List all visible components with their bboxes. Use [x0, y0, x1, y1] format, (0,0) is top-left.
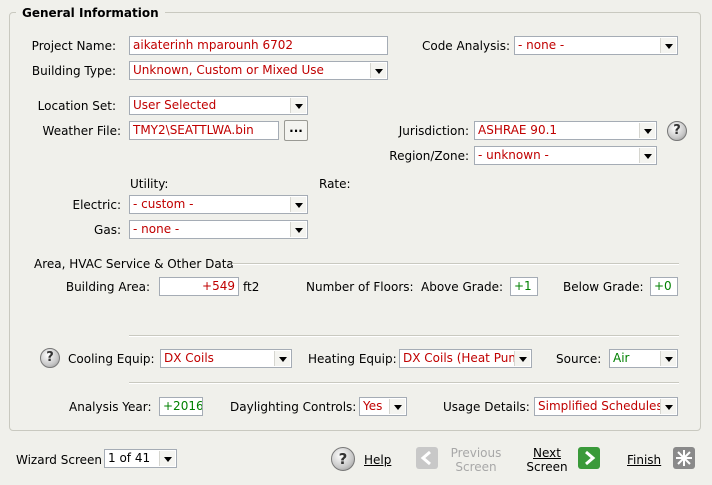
- source-label: Source:: [556, 352, 602, 366]
- next-arrow-icon[interactable]: [578, 447, 600, 469]
- cooling-equip-value: DX Coils: [164, 351, 214, 365]
- cooling-equip-select[interactable]: DX Coils: [160, 349, 292, 368]
- usage-details-label: Usage Details:: [443, 400, 530, 414]
- location-set-value: User Selected: [133, 98, 217, 112]
- region-zone-value: - unknown -: [478, 148, 549, 162]
- help-icon[interactable]: ?: [40, 348, 60, 368]
- code-analysis-select[interactable]: - none -: [514, 36, 678, 55]
- analysis-year-label: Analysis Year:: [69, 400, 152, 414]
- wizard-screen-select[interactable]: 1 of 41: [104, 449, 177, 468]
- building-type-select[interactable]: Unknown, Custom or Mixed Use: [129, 61, 388, 80]
- help-button[interactable]: Help: [364, 453, 391, 467]
- heating-equip-label: Heating Equip:: [308, 352, 397, 366]
- heating-equip-select[interactable]: DX Coils (Heat Pum: [399, 349, 532, 368]
- gas-label: Gas:: [94, 223, 121, 237]
- jurisdiction-value: ASHRAE 90.1: [478, 123, 558, 137]
- daylighting-controls-label: Daylighting Controls:: [230, 400, 357, 414]
- jurisdiction-select[interactable]: ASHRAE 90.1: [474, 121, 657, 140]
- usage-details-select[interactable]: Simplified Schedules: [534, 397, 678, 416]
- finish-button[interactable]: Finish: [627, 453, 661, 467]
- rate-header: Rate:: [319, 177, 351, 191]
- utility-header: Utility:: [130, 177, 169, 191]
- chevron-down-icon[interactable]: [660, 351, 676, 366]
- project-name-label: Project Name:: [31, 39, 116, 53]
- analysis-year-field[interactable]: +2016: [159, 397, 203, 416]
- chevron-down-icon[interactable]: [660, 399, 676, 414]
- chevron-down-icon[interactable]: [389, 399, 405, 414]
- above-grade-label: Above Grade:: [421, 280, 504, 294]
- number-of-floors-label: Number of Floors:: [306, 280, 414, 294]
- browse-weather-file-button[interactable]: ...: [284, 120, 308, 141]
- above-grade-field[interactable]: +1: [510, 277, 538, 296]
- previous-line1: Previous: [450, 446, 502, 460]
- chevron-down-icon[interactable]: [274, 351, 290, 366]
- heating-equip-value: DX Coils (Heat Pum: [403, 351, 521, 365]
- electric-utility-select[interactable]: - custom -: [129, 195, 308, 214]
- below-grade-label: Below Grade:: [563, 280, 644, 294]
- chevron-down-icon[interactable]: [639, 148, 655, 163]
- usage-details-value: Simplified Schedules: [538, 399, 663, 413]
- region-zone-label: Region/Zone:: [389, 149, 469, 163]
- building-type-label: Building Type:: [31, 64, 116, 78]
- gas-utility-value: - none -: [133, 222, 180, 236]
- previous-screen-button[interactable]: Previous Screen: [448, 446, 504, 474]
- source-select[interactable]: Air: [609, 349, 678, 368]
- daylighting-controls-select[interactable]: Yes: [359, 397, 407, 416]
- below-grade-field[interactable]: +0: [650, 277, 678, 296]
- building-type-value: Unknown, Custom or Mixed Use: [133, 63, 324, 77]
- divider: [129, 335, 679, 337]
- building-area-unit: ft2: [243, 280, 260, 294]
- previous-line2: Screen: [455, 460, 497, 474]
- previous-arrow-icon[interactable]: [416, 447, 438, 469]
- wizard-screen-label: Wizard Screen: [16, 453, 102, 467]
- jurisdiction-label: Jurisdiction:: [398, 124, 469, 138]
- next-line2: Screen: [526, 460, 568, 474]
- location-set-select[interactable]: User Selected: [129, 96, 308, 115]
- divider: [129, 382, 679, 384]
- source-value: Air: [613, 351, 630, 365]
- location-set-label: Location Set:: [37, 99, 116, 113]
- chevron-down-icon[interactable]: [290, 98, 306, 113]
- next-screen-button[interactable]: Next Screen: [521, 446, 573, 474]
- help-icon[interactable]: ?: [331, 447, 355, 471]
- weather-file-field[interactable]: TMY2\SEATTLWA.bin: [129, 121, 279, 140]
- daylighting-controls-value: Yes: [363, 399, 383, 413]
- electric-label: Electric:: [72, 198, 121, 212]
- chevron-down-icon[interactable]: [514, 351, 530, 366]
- code-analysis-label: Code Analysis:: [421, 39, 510, 53]
- chevron-down-icon[interactable]: [290, 222, 306, 237]
- chevron-down-icon[interactable]: [639, 123, 655, 138]
- cooling-equip-label: Cooling Equip:: [68, 352, 155, 366]
- finish-sparkle-icon[interactable]: [673, 447, 695, 469]
- divider: [232, 263, 679, 265]
- wizard-screen-value: 1 of 41: [108, 451, 151, 465]
- code-analysis-value: - none -: [518, 38, 565, 52]
- electric-utility-value: - custom -: [133, 197, 194, 211]
- chevron-down-icon[interactable]: [159, 451, 175, 466]
- section-title: General Information: [16, 6, 165, 20]
- building-area-field[interactable]: +549: [159, 277, 239, 296]
- next-line1: Next: [533, 446, 561, 460]
- gas-utility-select[interactable]: - none -: [129, 220, 308, 239]
- help-icon[interactable]: ?: [667, 121, 687, 141]
- chevron-down-icon[interactable]: [370, 63, 386, 78]
- building-area-label: Building Area:: [65, 280, 150, 294]
- chevron-down-icon[interactable]: [660, 38, 676, 53]
- region-zone-select[interactable]: - unknown -: [474, 146, 657, 165]
- area-section-title: Area, HVAC Service & Other Data: [34, 257, 234, 271]
- project-name-field[interactable]: aikaterinh mparounh 6702: [129, 36, 388, 55]
- weather-file-label: Weather File:: [42, 124, 121, 138]
- chevron-down-icon[interactable]: [290, 197, 306, 212]
